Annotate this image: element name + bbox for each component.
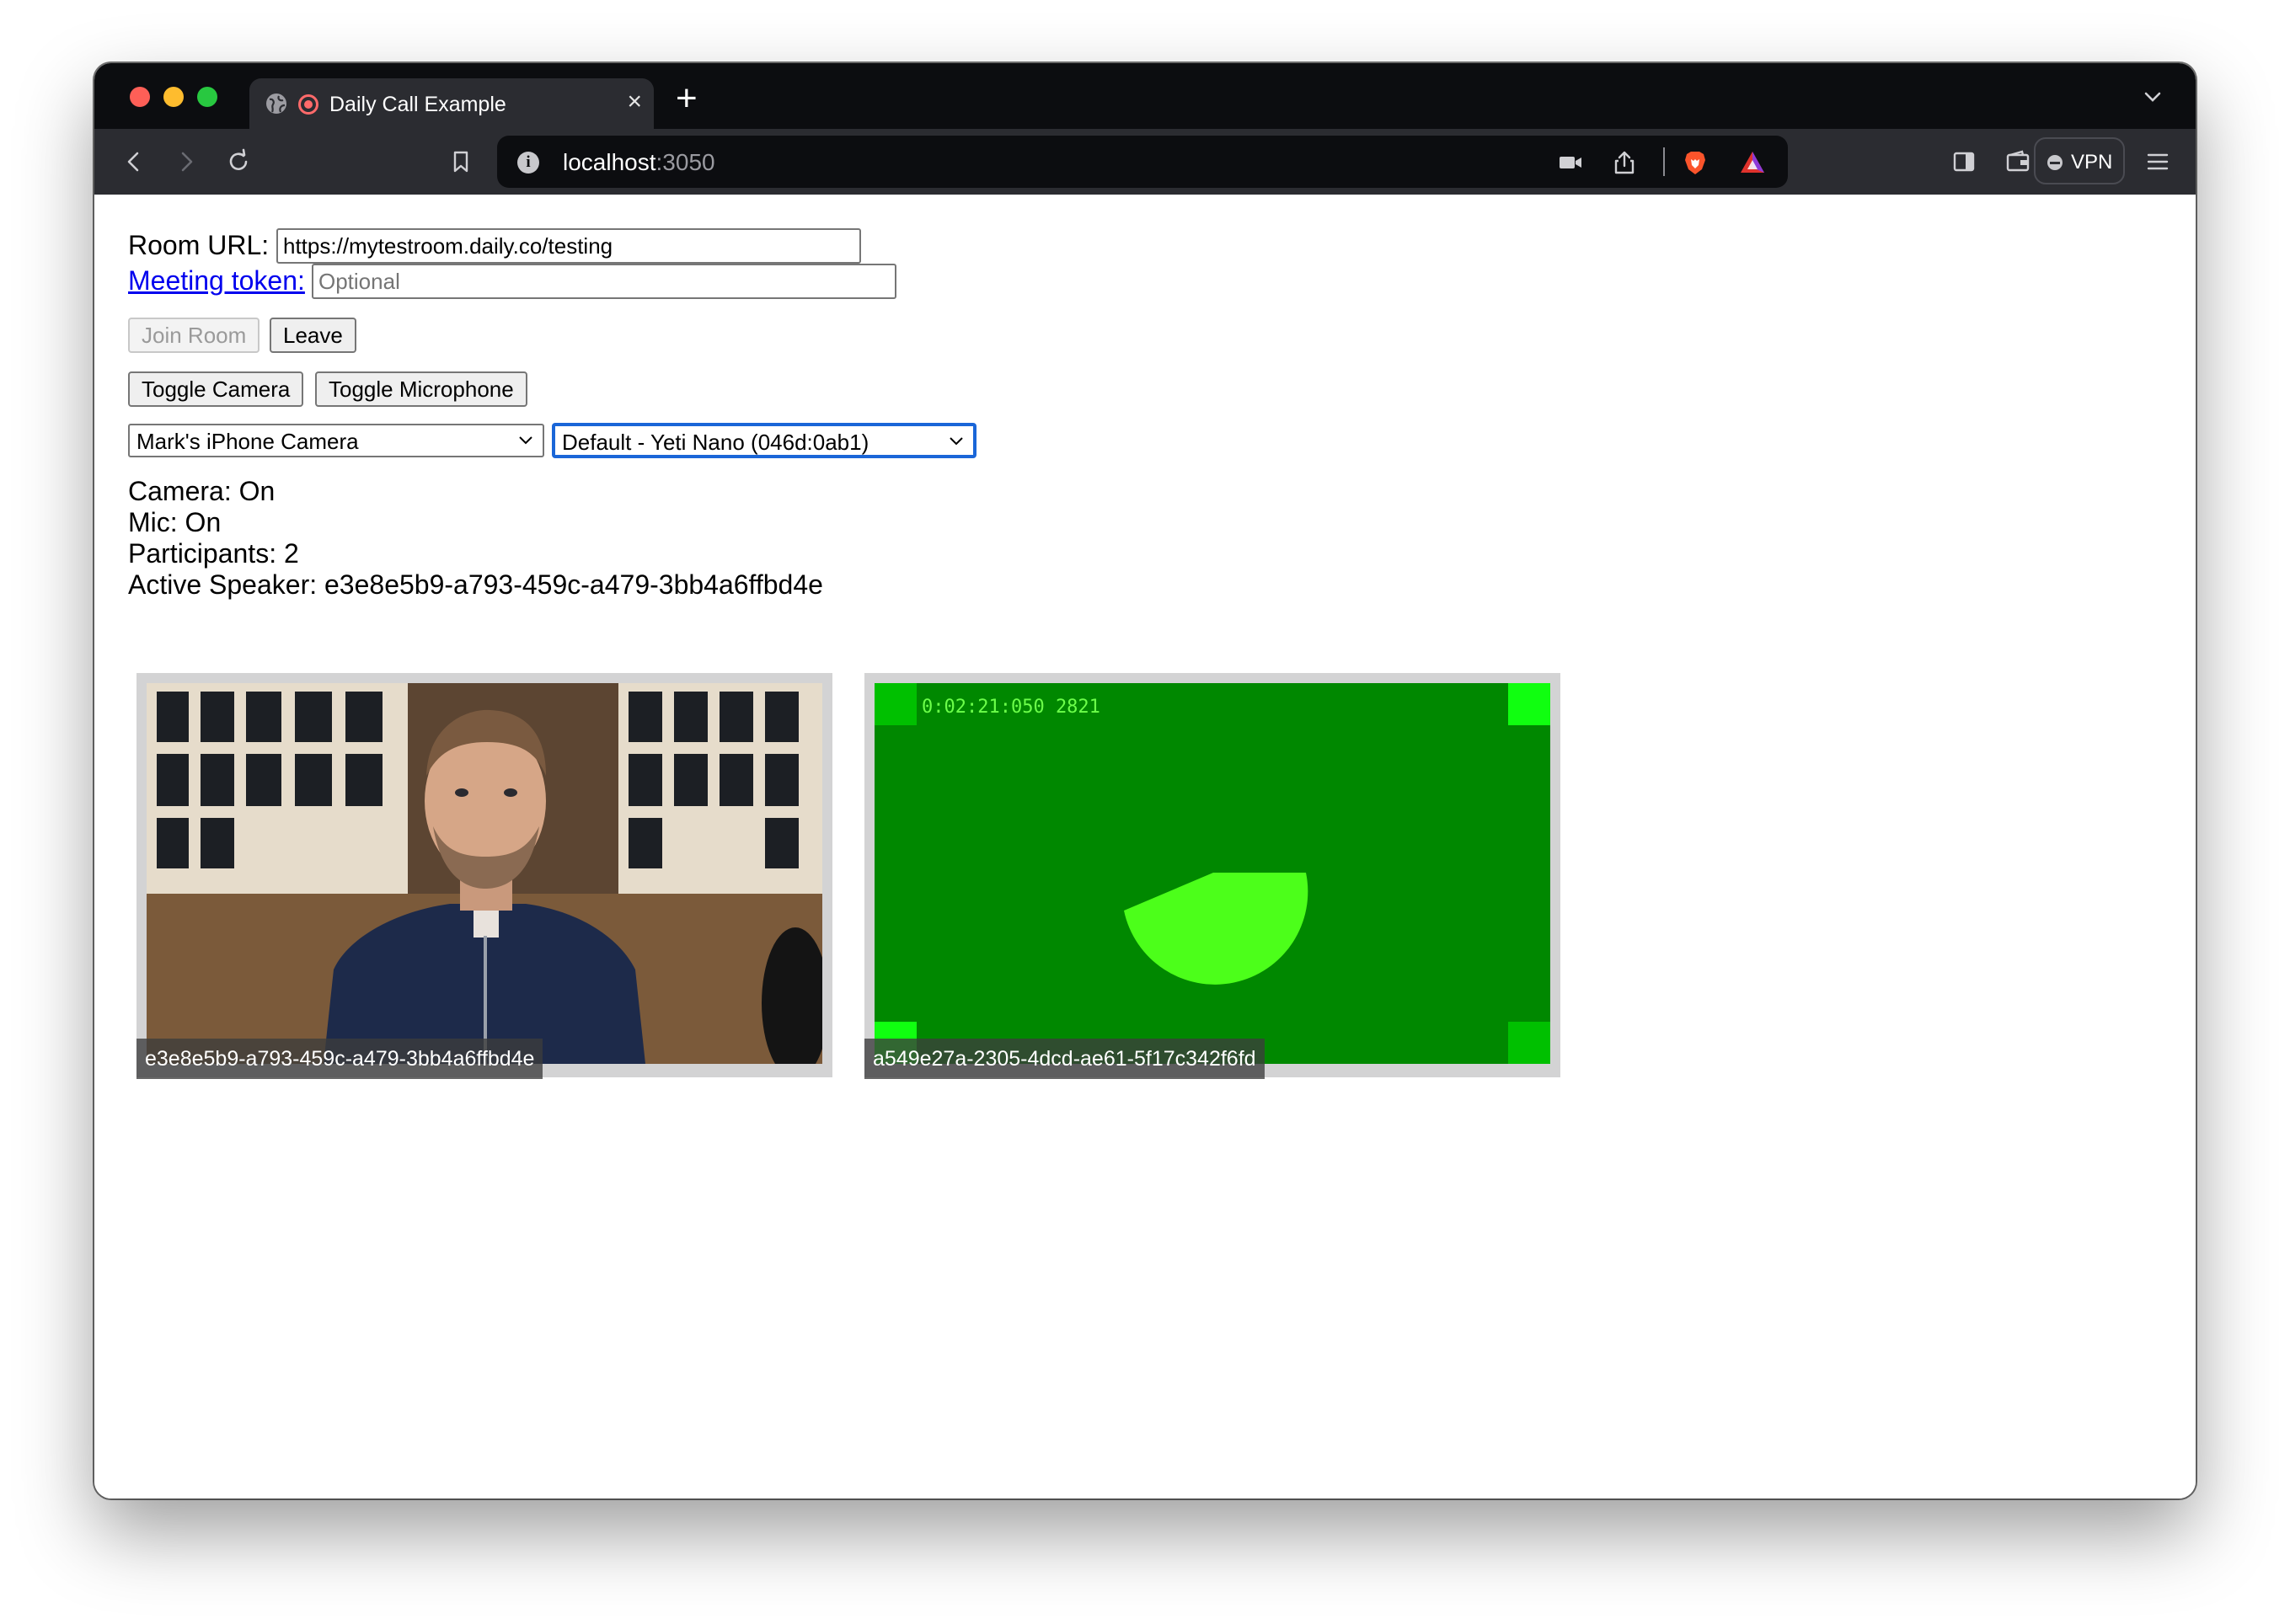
participant-tile: 0:02:21:050 2821 a549e27a-2305-4dcd-ae61… — [864, 673, 1560, 1079]
participant-video — [147, 683, 822, 1064]
meeting-token-link[interactable]: Meeting token: — [128, 265, 305, 296]
address-bar-separator — [1663, 147, 1665, 176]
share-icon[interactable] — [1611, 149, 1638, 176]
chevron-down-icon[interactable] — [2143, 90, 2162, 104]
meeting-token-input[interactable] — [312, 264, 896, 299]
url-text[interactable]: localhost:3050 — [563, 149, 715, 176]
forward-icon[interactable] — [172, 147, 201, 176]
sidebar-icon[interactable] — [1950, 147, 1978, 176]
tab-daily-call-example[interactable]: Daily Call Example × — [249, 78, 654, 129]
globe-icon — [266, 93, 286, 114]
vpn-button[interactable]: VPN — [2034, 137, 2125, 184]
leave-button[interactable]: Leave — [270, 318, 356, 353]
camera-status: Camera: On — [128, 476, 276, 506]
participant-id-label: a549e27a-2305-4dcd-ae61-5f17c342f6fd — [864, 1039, 1265, 1079]
participants-count: Participants: 2 — [128, 538, 299, 569]
join-room-button[interactable]: Join Room — [128, 318, 260, 353]
vpn-label: VPN — [2071, 151, 2113, 174]
room-url-input[interactable] — [276, 228, 861, 264]
close-window-button[interactable] — [130, 87, 150, 107]
browser-window: Daily Call Example × + i localhost:3050 — [94, 63, 2196, 1498]
microphone-select-value: Default - Yeti Nano (046d:0ab1) — [562, 430, 869, 455]
reload-icon[interactable] — [224, 147, 253, 176]
address-bar[interactable]: i localhost:3050 — [497, 136, 1788, 188]
mic-status: Mic: On — [128, 507, 222, 537]
bookmark-icon[interactable] — [447, 147, 475, 176]
video-timecode: 0:02:21:050 2821 — [922, 697, 1100, 718]
microphone-select[interactable]: Default - Yeti Nano (046d:0ab1) — [553, 424, 976, 457]
info-icon[interactable]: i — [517, 152, 539, 174]
brave-rewards-icon[interactable] — [1739, 149, 1766, 176]
camera-icon[interactable] — [1557, 149, 1584, 176]
back-icon[interactable] — [120, 147, 148, 176]
vpn-status-icon — [2047, 155, 2063, 170]
browser-toolbar: i localhost:3050 VPN — [94, 129, 2196, 195]
tab-close-icon[interactable]: × — [627, 89, 642, 115]
recording-icon — [298, 94, 318, 115]
active-speaker: Active Speaker: e3e8e5b9-a793-459c-a479-… — [128, 569, 823, 600]
chevron-down-icon — [950, 437, 963, 446]
menu-icon[interactable] — [2143, 147, 2172, 176]
minimize-window-button[interactable] — [163, 87, 184, 107]
camera-video-frame — [147, 683, 822, 1064]
participant-video: 0:02:21:050 2821 — [875, 683, 1550, 1064]
wallet-icon[interactable] — [2004, 147, 2032, 176]
camera-select[interactable]: Mark's iPhone Camera — [128, 424, 544, 457]
page-content: Room URL: Meeting token: Join Room Leave… — [94, 195, 2196, 1498]
room-url-label: Room URL: — [128, 230, 270, 260]
participant-id-label: e3e8e5b9-a793-459c-a479-3bb4a6ffbd4e — [136, 1039, 543, 1079]
participant-tile: e3e8e5b9-a793-459c-a479-3bb4a6ffbd4e — [136, 673, 832, 1079]
toggle-camera-button[interactable]: Toggle Camera — [128, 371, 304, 407]
title-bar: Daily Call Example × + — [94, 63, 2196, 129]
tab-title: Daily Call Example — [329, 93, 506, 116]
test-pattern-frame — [875, 683, 1550, 1064]
maximize-window-button[interactable] — [197, 87, 217, 107]
chevron-down-icon — [519, 436, 532, 445]
new-tab-button[interactable]: + — [676, 80, 698, 117]
toggle-microphone-button[interactable]: Toggle Microphone — [315, 371, 527, 407]
camera-select-value: Mark's iPhone Camera — [136, 429, 359, 454]
brave-lion-icon[interactable] — [1682, 149, 1709, 176]
